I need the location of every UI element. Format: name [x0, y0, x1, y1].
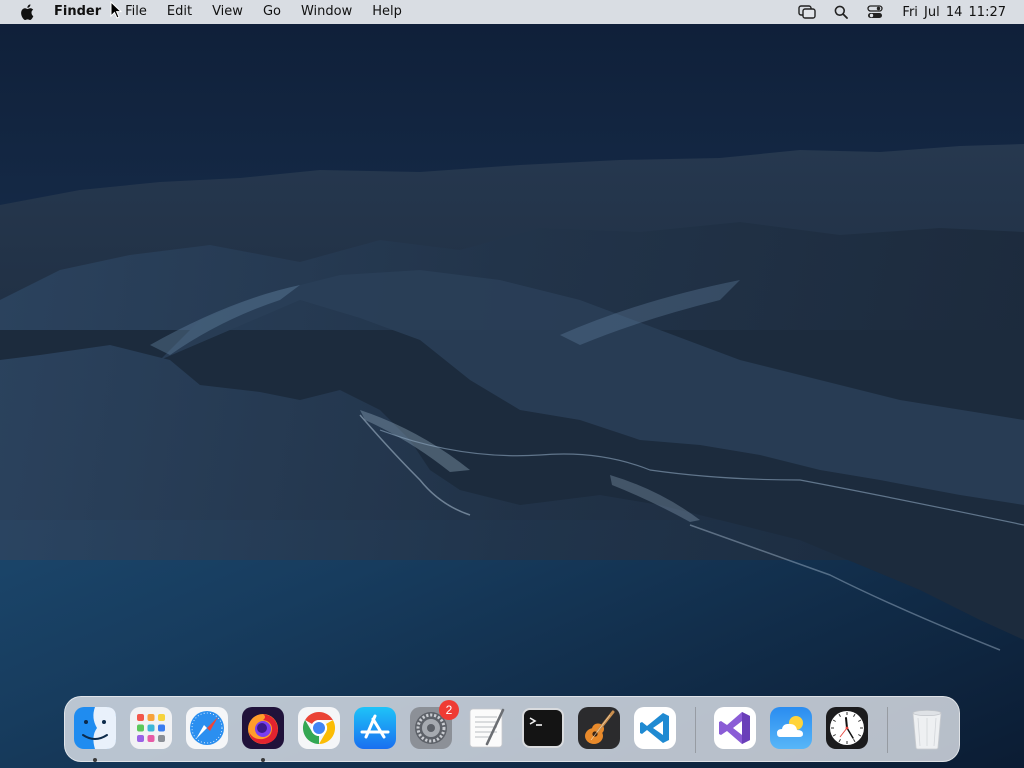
- garageband-icon: [578, 707, 620, 749]
- dock-item-safari[interactable]: [185, 706, 229, 750]
- launchpad-icon: [130, 707, 172, 749]
- dock-item-system-preferences[interactable]: 2: [409, 700, 459, 750]
- vscode-icon: [634, 707, 676, 749]
- dock-item-terminal[interactable]: [521, 706, 565, 750]
- dock-item-textedit[interactable]: [465, 706, 509, 750]
- visual-studio-icon: [714, 707, 756, 749]
- dock-item-vscode[interactable]: [633, 706, 677, 750]
- dock-item-finder[interactable]: [73, 706, 117, 750]
- screen-mirroring-icon[interactable]: [790, 5, 824, 19]
- desktop-wallpaper: [0, 0, 1024, 768]
- textedit-icon: [469, 708, 505, 748]
- trash-icon: [912, 710, 942, 750]
- dock-separator: [887, 707, 888, 753]
- dock-item-weather[interactable]: [769, 706, 813, 750]
- chrome-icon: [298, 707, 340, 749]
- menu-go[interactable]: Go: [253, 0, 291, 24]
- menubar-clock[interactable]: Fri Jul 14 11:27: [902, 5, 1006, 20]
- finder-icon: [74, 707, 116, 749]
- menu-window[interactable]: Window: [291, 0, 362, 24]
- mouse-pointer-icon: [110, 1, 122, 19]
- apple-menu-icon[interactable]: [0, 4, 54, 20]
- weather-icon: [770, 707, 812, 749]
- spotlight-search-icon[interactable]: [824, 5, 858, 19]
- notification-badge: 2: [439, 700, 459, 720]
- safari-icon: [186, 707, 228, 749]
- menu-view[interactable]: View: [202, 0, 253, 24]
- dock-item-firefox[interactable]: [241, 706, 285, 750]
- dock-item-visual-studio[interactable]: [713, 706, 757, 750]
- dock-item-clock[interactable]: [825, 706, 869, 750]
- running-indicator-firefox: [261, 758, 265, 762]
- dock-item-launchpad[interactable]: [129, 706, 173, 750]
- firefox-icon: [242, 707, 284, 749]
- dock-item-trash[interactable]: [905, 706, 949, 750]
- menu-edit[interactable]: Edit: [157, 0, 202, 24]
- dock-item-chrome[interactable]: [297, 706, 341, 750]
- dock-item-garageband[interactable]: [577, 706, 621, 750]
- running-indicator-finder: [93, 758, 97, 762]
- menu-app-finder[interactable]: Finder: [54, 0, 115, 24]
- dock-separator: [695, 707, 696, 753]
- control-center-icon[interactable]: [858, 5, 892, 19]
- menu-help[interactable]: Help: [362, 0, 412, 24]
- app-store-icon: [354, 707, 396, 749]
- clock-icon: [826, 707, 868, 749]
- menu-bar: Finder File Edit View Go Window Help Fri…: [0, 0, 1024, 24]
- dock-item-app-store[interactable]: [353, 706, 397, 750]
- dock: 2: [64, 696, 960, 762]
- terminal-icon: [522, 708, 564, 748]
